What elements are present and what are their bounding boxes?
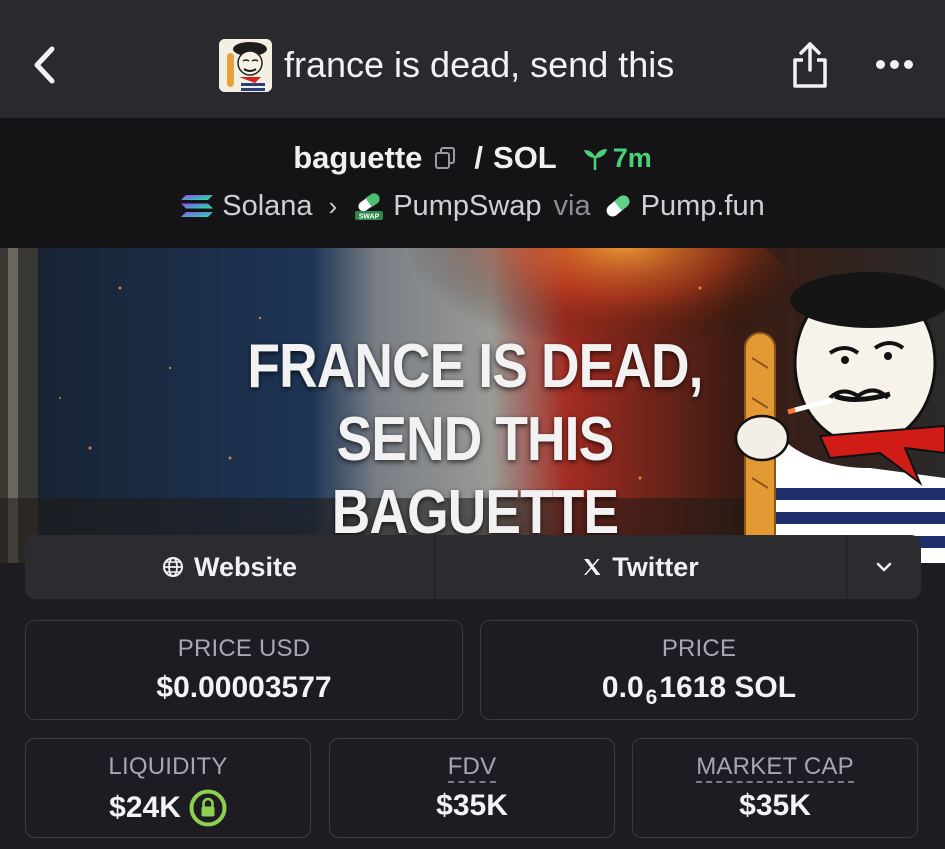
globe-icon (162, 557, 183, 577)
price-usd-value: $0.00003577 (156, 671, 332, 704)
pair-age-text: 7m (612, 142, 652, 173)
token-symbol: baguette (293, 140, 423, 175)
copy-icon[interactable] (434, 146, 456, 170)
dex-name: PumpSwap (393, 189, 542, 222)
sprout-icon (583, 149, 607, 170)
chain-path: Solana › SWAP PumpSwap via Pump.fun (0, 188, 945, 224)
lock-icon[interactable] (189, 789, 227, 827)
zero-count-subscript: 6 (645, 686, 658, 709)
more-icon (875, 59, 885, 69)
launchpad-name: Pump.fun (640, 189, 765, 222)
fdv-card[interactable]: FDV $35K (329, 738, 615, 838)
pair-header: baguette / SOL 7m Solana › SWAP PumpSwap… (0, 118, 945, 248)
more-links-dropdown[interactable] (847, 535, 921, 599)
token-banner-image: FRANCE IS DEAD, SEND THIS BAGUETTE (0, 248, 945, 563)
pair-separator: / (474, 140, 484, 175)
back-button[interactable] (24, 40, 64, 90)
website-label: Website (193, 551, 298, 582)
chain-link[interactable]: Solana (180, 189, 313, 223)
back-chevron-icon (34, 46, 55, 84)
social-links-bar: Website Twitter (25, 535, 921, 599)
pair-title-row: baguette / SOL 7m (0, 138, 945, 178)
liquidity-value: $24K (109, 791, 181, 824)
pumpswap-icon: SWAP (355, 192, 384, 221)
share-icon (793, 42, 827, 88)
quote-symbol: SOL (493, 140, 557, 175)
price-native-card: PRICE 0.0 6 1618 SOL (480, 620, 918, 720)
pair-age: 7m (581, 143, 652, 174)
market-cap-label: MARKET CAP (633, 753, 917, 783)
token-avatar (219, 39, 272, 92)
banner-line-1: FRANCE IS DEAD, (247, 332, 703, 401)
price-usd-label: PRICE USD (177, 635, 311, 662)
chain-name: Solana (222, 189, 313, 222)
via-label: via (553, 189, 591, 222)
breadcrumb-chevron-icon: › (328, 190, 338, 221)
liquidity-card: LIQUIDITY $24K (25, 738, 311, 838)
website-button[interactable]: Website (25, 535, 435, 599)
market-cap-value: $35K (739, 789, 811, 822)
market-cap-card[interactable]: MARKET CAP $35K (632, 738, 918, 838)
solana-icon (181, 195, 214, 217)
svg-text:SWAP: SWAP (359, 214, 380, 221)
price-native-value: 0.0 6 1618 SOL (601, 671, 797, 709)
share-button[interactable] (787, 40, 833, 90)
top-nav-bar: france is dead, send this (0, 0, 945, 118)
x-logo-icon (584, 559, 601, 575)
twitter-label: Twitter (612, 551, 699, 582)
more-button[interactable] (872, 52, 916, 76)
pill-icon (606, 195, 629, 217)
launchpad-link[interactable]: Pump.fun (603, 190, 765, 223)
dex-link[interactable]: SWAP PumpSwap (353, 189, 542, 223)
fdv-label: FDV (330, 753, 614, 783)
page-title: france is dead, send this (284, 44, 675, 85)
price-usd-card: PRICE USD $0.00003577 (25, 620, 463, 720)
chevron-down-icon (876, 562, 892, 572)
banner-headline: FRANCE IS DEAD, SEND THIS BAGUETTE (243, 330, 707, 549)
price-native-label: PRICE (661, 635, 737, 662)
banner-line-2: SEND THIS BAGUETTE (331, 405, 619, 547)
liquidity-value-row: $24K (26, 789, 310, 827)
fdv-value: $35K (436, 789, 508, 822)
twitter-button[interactable]: Twitter (435, 535, 847, 599)
liquidity-label: LIQUIDITY (108, 753, 228, 780)
